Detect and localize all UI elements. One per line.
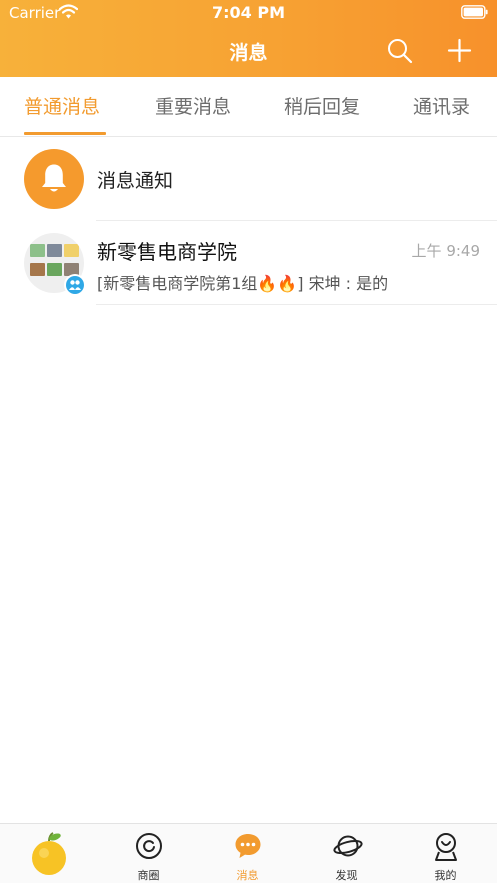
ring-icon [136, 833, 162, 859]
chat-bubble-icon [235, 834, 261, 858]
tabbar-label: 发现 [335, 869, 358, 882]
tab-normal-messages[interactable]: 普通消息 [24, 92, 100, 119]
group-name: 新零售电商学院 [97, 240, 237, 264]
group-member-thumb [30, 244, 45, 257]
tab-important-messages[interactable]: 重要消息 [155, 92, 231, 119]
header: Carrier 7:04 PM 消息 [0, 0, 497, 77]
tabbar-item-business-circle[interactable]: 商圈 [99, 824, 198, 883]
tabbar-label: 商圈 [137, 869, 160, 882]
row-divider [96, 304, 497, 305]
message-tabs: 普通消息 重要消息 稍后回复 通讯录 [0, 77, 497, 137]
tabbar-label: 我的 [434, 869, 457, 882]
bell-icon [42, 164, 66, 192]
plus-icon[interactable] [446, 37, 473, 64]
list-item-group-chat[interactable]: 新零售电商学院 上午 9:49 [新零售电商学院第1组🔥🔥] 宋坤 : 是的 [0, 222, 497, 305]
group-member-thumb [30, 263, 45, 276]
active-tab-indicator [24, 132, 106, 135]
group-badge-icon [64, 274, 86, 296]
tabbar-item-home[interactable] [0, 824, 99, 883]
group-member-thumb [47, 263, 62, 276]
tabbar-item-profile[interactable]: 我的 [396, 824, 495, 883]
group-last-message: [新零售电商学院第1组🔥🔥] 宋坤 : 是的 [97, 274, 389, 293]
page-title: 消息 [229, 42, 268, 64]
notification-title: 消息通知 [97, 170, 174, 192]
status-bar: Carrier 7:04 PM [0, 0, 497, 26]
row-divider [96, 220, 497, 221]
group-member-thumb [64, 244, 79, 257]
notification-avatar [24, 149, 84, 209]
tabbar-label: 消息 [236, 869, 259, 882]
group-last-time: 上午 9:49 [411, 242, 480, 260]
planet-icon [333, 835, 363, 857]
bottom-tab-bar: 商圈 消息 发现 我的 [0, 823, 497, 883]
tab-reply-later[interactable]: 稍后回复 [284, 92, 360, 119]
tabbar-item-discover[interactable]: 发现 [297, 824, 396, 883]
status-time: 7:04 PM [211, 3, 285, 22]
tab-contacts[interactable]: 通讯录 [413, 92, 470, 119]
search-icon[interactable] [386, 37, 413, 64]
fruit-logo-icon [32, 832, 66, 875]
battery-icon [461, 5, 488, 19]
tabbar-item-messages[interactable]: 消息 [198, 824, 297, 883]
list-item-notifications[interactable]: 消息通知 [0, 138, 497, 221]
group-member-thumb [47, 244, 62, 257]
profile-icon [435, 833, 457, 861]
